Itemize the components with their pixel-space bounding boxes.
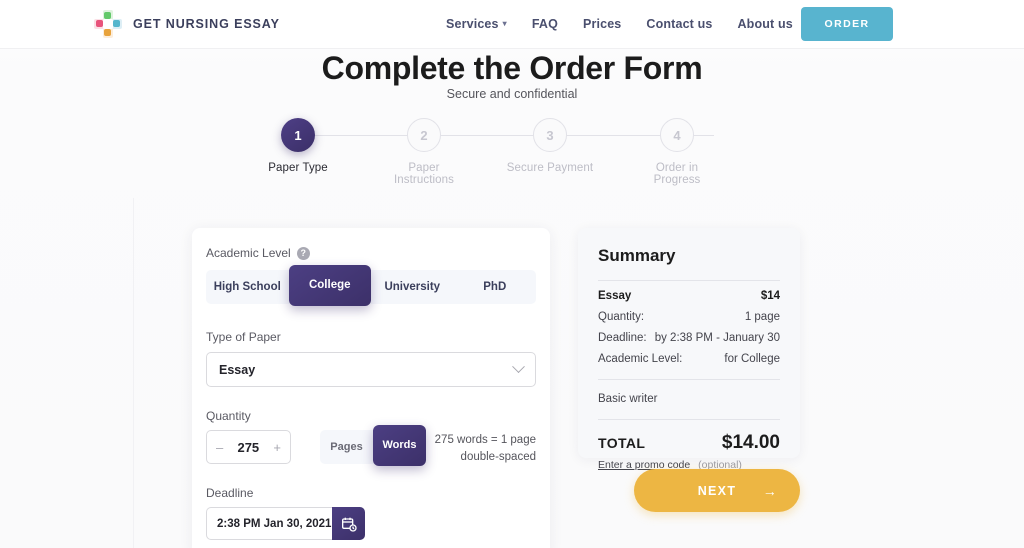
deadline-input[interactable]: 2:38 PM Jan 30, 2021 [206, 507, 332, 540]
brand-name: GET NURSING ESSAY [133, 17, 280, 31]
words-conversion-note: 275 words = 1 page double-spaced [432, 432, 536, 465]
quantity-label: Quantity [206, 409, 251, 423]
summary-divider-top [598, 280, 780, 281]
academic-level-option-university[interactable]: University [371, 270, 454, 304]
calendar-icon-button[interactable] [332, 507, 365, 540]
calendar-clock-icon [341, 517, 357, 532]
summary-title: Summary [598, 246, 676, 265]
deadline-field-group: 2:38 PM Jan 30, 2021 [206, 507, 365, 540]
summary-row-value: 1 page [744, 311, 780, 323]
main-navigation: Services ▾ FAQ Prices Contact us About u… [446, 17, 846, 31]
nursing-cross-logo-icon [94, 10, 122, 38]
type-of-paper-select[interactable]: Essay [206, 352, 536, 387]
chevron-down-icon [512, 360, 525, 374]
brand-logo[interactable]: GET NURSING ESSAY [94, 10, 280, 38]
step-number: 3 [533, 118, 567, 152]
nav-item-about-us[interactable]: About us [738, 17, 793, 31]
summary-row-value: for College [724, 353, 780, 365]
stepper-step-paper-instructions[interactable]: 2 Paper Instructions [379, 118, 469, 186]
chevron-down-icon: ▾ [502, 19, 507, 28]
summary-total-row: TOTAL $14.00 [598, 432, 780, 454]
academic-level-option-high-school[interactable]: High School [206, 270, 289, 304]
academic-level-option-phd[interactable]: PhD [454, 270, 537, 304]
summary-row-label: Essay [598, 290, 632, 302]
step-label: Secure Payment [506, 162, 594, 174]
page-subtitle: Secure and confidential [446, 87, 578, 101]
unit-option-words[interactable]: Words [373, 425, 426, 466]
type-of-paper-value: Essay [219, 362, 256, 377]
arrow-right-icon: → [762, 482, 778, 499]
step-label: Order in Progress [653, 162, 701, 186]
quantity-stepper[interactable]: – 275 + [206, 430, 291, 464]
total-label: TOTAL [598, 435, 646, 451]
quantity-increment-button[interactable]: + [273, 440, 281, 455]
site-header: GET NURSING ESSAY Services ▾ FAQ Prices … [0, 0, 1024, 49]
stepper-step-order-in-progress[interactable]: 4 Order in Progress [632, 118, 722, 186]
nav-item-contact-us[interactable]: Contact us [646, 17, 712, 31]
summary-row-value: $14 [760, 290, 780, 302]
academic-level-option-college[interactable]: College [288, 265, 371, 306]
step-label: Paper Instructions [393, 162, 454, 186]
step-number: 4 [660, 118, 694, 152]
stepper-step-secure-payment[interactable]: 3 Secure Payment [505, 118, 595, 174]
quantity-unit-toggle: Pages Words [320, 425, 426, 466]
order-summary-panel: Summary Essay $14 Quantity: 1 page Deadl… [578, 228, 800, 471]
summary-row-label: Quantity: [598, 311, 645, 323]
step-label: Paper Type [268, 162, 328, 174]
deadline-label: Deadline [206, 486, 254, 500]
summary-divider-bottom [598, 419, 780, 420]
summary-row-quantity: Quantity: 1 page [598, 311, 780, 323]
order-button[interactable]: ORDER [801, 7, 893, 41]
type-of-paper-label: Type of Paper [206, 330, 281, 344]
panel-divider [133, 198, 134, 548]
order-form-card: Academic Level ? High School College Uni… [192, 228, 550, 548]
words-note-line-1: 275 words = 1 page [434, 434, 536, 446]
summary-divider-mid [598, 379, 780, 380]
nav-item-prices[interactable]: Prices [583, 17, 621, 31]
summary-writer-level: Basic writer [598, 393, 658, 405]
nav-item-services[interactable]: Services ▾ [446, 17, 507, 31]
stepper-step-paper-type[interactable]: 1 Paper Type [253, 118, 343, 174]
order-form-page: GET NURSING ESSAY Services ▾ FAQ Prices … [0, 0, 1024, 548]
nav-item-faq[interactable]: FAQ [532, 17, 558, 31]
words-note-line-2: double-spaced [460, 450, 536, 463]
help-icon[interactable]: ? [296, 246, 310, 260]
next-button-label: NEXT [697, 483, 737, 498]
page-title: Complete the Order Form [321, 50, 703, 86]
summary-row-label: Deadline: [598, 332, 647, 344]
total-amount: $14.00 [721, 432, 780, 453]
quantity-decrement-button[interactable]: – [216, 440, 223, 455]
summary-row-deadline: Deadline: by 2:38 PM - January 30 [598, 332, 780, 344]
academic-level-label-text: Academic Level [206, 246, 291, 260]
step-number: 1 [281, 118, 315, 152]
nav-label: Services [446, 17, 499, 31]
progress-stepper: 1 Paper Type 2 Paper Instructions 3 Secu… [268, 118, 754, 186]
summary-row-label: Academic Level: [598, 353, 683, 365]
next-button[interactable]: NEXT → [634, 469, 800, 512]
step-number: 2 [407, 118, 441, 152]
unit-option-pages[interactable]: Pages [320, 430, 373, 464]
academic-level-segmented-control: High School College University PhD [206, 265, 537, 306]
summary-row-essay: Essay $14 [598, 290, 780, 302]
academic-level-label: Academic Level ? [206, 246, 310, 260]
summary-row-academic-level: Academic Level: for College [598, 353, 780, 365]
quantity-value: 275 [237, 439, 260, 455]
summary-row-value: by 2:38 PM - January 30 [654, 332, 780, 344]
